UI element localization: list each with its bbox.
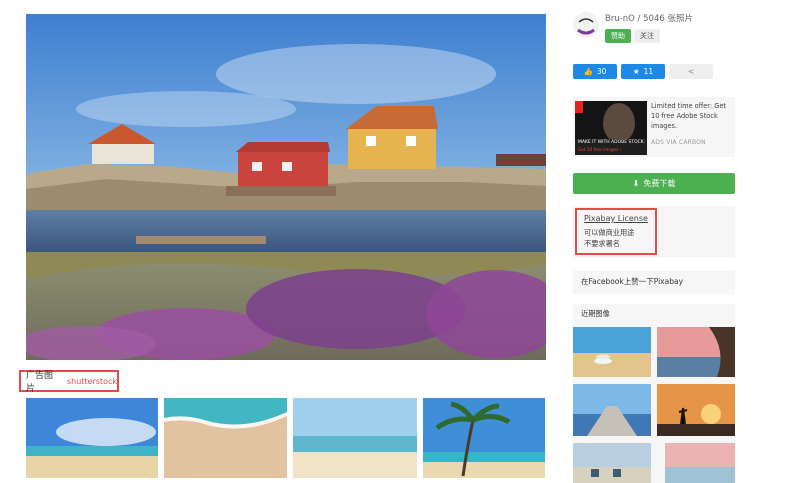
ad-thumbnail-beach-sky[interactable] (26, 398, 158, 478)
main-photo[interactable] (26, 14, 546, 360)
license-no-attribution: 不要求署名 (584, 239, 620, 248)
sponsor-button[interactable]: 赞助 (605, 29, 631, 43)
recent-image-sea-dusk[interactable] (665, 443, 735, 483)
recent-image-silhouette-sunset[interactable] (657, 384, 735, 436)
ad-label-box: 广告图片 shutterstock (19, 370, 119, 394)
share-button[interactable]: < (669, 64, 713, 79)
recent-image-cave-sunset[interactable] (657, 327, 735, 377)
license-highlight-box: Pixabay License 可以做商业用途 不要求署名 (575, 208, 657, 255)
ads-via-carbon[interactable]: ADS VIA CARBON (651, 139, 706, 146)
license-commercial-use: 可以做商业用途 (584, 228, 635, 237)
facebook-like-link[interactable]: 在Facebook上赞一下Pixabay (573, 270, 735, 294)
free-download-button[interactable]: ⬇ 免费下载 (573, 173, 735, 194)
download-label: 免费下载 (643, 179, 676, 188)
recent-image-beach-chairs[interactable] (573, 443, 651, 483)
ad-thumbnail-palm-beach[interactable] (423, 398, 545, 478)
adobe-ad-text[interactable]: Limited time offer: Get 10 free Adobe St… (651, 101, 735, 131)
thumbs-up-icon: 👍 (583, 67, 593, 76)
recent-image-pier[interactable] (573, 384, 651, 436)
author-name[interactable]: Bru-nO / 5046 张照片 (605, 12, 693, 24)
recent-images-title: 近期图像 (581, 309, 610, 318)
like-button[interactable]: 👍 30 (573, 64, 617, 79)
ad-thumbnail-sea-horizon[interactable] (293, 398, 417, 478)
favorite-count: 11 (643, 67, 654, 76)
adobe-banner-headline: MAKE IT WITH ADOBE STOCK. (578, 140, 646, 145)
license-link[interactable]: Pixabay License (584, 214, 655, 223)
ad-thumbnail-sand-wave[interactable] (164, 398, 287, 478)
follow-button[interactable]: 关注 (634, 29, 660, 43)
share-icon: < (687, 67, 695, 76)
favorite-button[interactable]: ★ 11 (621, 64, 665, 79)
like-count: 30 (596, 67, 607, 76)
ad-label: 广告图片 (26, 371, 54, 394)
star-icon: ★ (632, 67, 640, 76)
adobe-banner-sub: Get 10 free images › (578, 147, 622, 152)
recent-image-stones[interactable] (573, 327, 651, 377)
shutterstock-logo[interactable]: shutterstock (67, 377, 117, 386)
download-icon: ⬇ (632, 179, 640, 188)
author-avatar[interactable] (573, 12, 599, 38)
